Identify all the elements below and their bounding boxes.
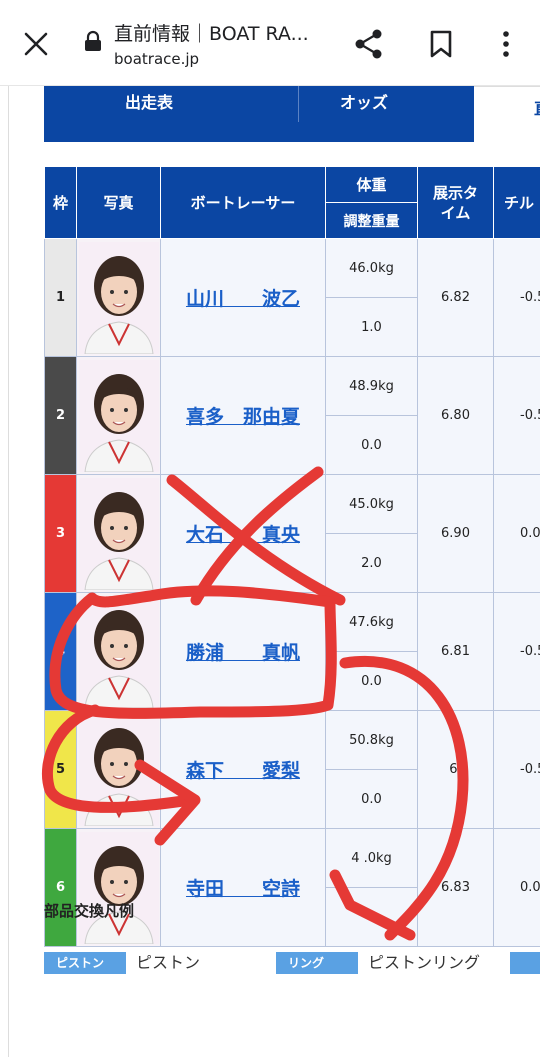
header-racer: ボートレーサー <box>160 166 326 239</box>
browser-top-bar: 直前情報｜BOAT RA... boatrace.jp <box>0 0 540 86</box>
racer-name-link[interactable]: 喜多 那由夏 <box>186 406 300 428</box>
tilt-value: 0.0 <box>493 828 540 947</box>
exhibition-time-value: 6.82 <box>417 238 494 357</box>
racer-name-cell: 喜多 那由夏 <box>160 356 326 475</box>
waku-number: 5 <box>44 710 77 829</box>
adjust-weight-value: 0.0 <box>325 415 418 475</box>
header-waku: 枠 <box>44 166 77 239</box>
header-photo: 写真 <box>76 166 161 239</box>
piston-badge: ピストン <box>44 952 126 974</box>
parts-legend: ピストン ピストン リング ピストンリング <box>44 952 540 974</box>
racer-name-link[interactable]: 大石 真央 <box>186 524 300 546</box>
racer-name-cell: 寺田 空詩 <box>160 828 326 947</box>
waku-number: 2 <box>44 356 77 475</box>
adjust-weight-value: 0.0 <box>325 769 418 829</box>
racer-table: 枠 写真 ボートレーサー 体重 展示タイム チル 調整重量 1 山川 波乙 46.0… <box>44 166 540 947</box>
racer-row: 3 大石 真央 45.0kg 6.90 0.0 <box>44 474 540 593</box>
racer-photo <box>76 474 161 593</box>
adjust-weight-value: 0 <box>325 887 418 947</box>
header-tilt: チル <box>493 166 540 239</box>
racer-photo-avatar <box>78 713 159 826</box>
tab-entry-list[interactable]: 出走表 <box>44 86 254 126</box>
adjust-weight-value: 0.0 <box>325 651 418 711</box>
racer-name-cell: 山川 波乙 <box>160 238 326 357</box>
tilt-value: -0.5 <box>493 356 540 475</box>
racer-row: 4 勝浦 真帆 47.6kg6.81-0.5 <box>44 592 540 711</box>
weight-value: 47.6kg <box>325 592 418 652</box>
exhibition-time-value: 6.90 <box>417 474 494 593</box>
racer-row: 5 森下 愛梨 50.8kg6.-0.5 <box>44 710 540 829</box>
waku-number: 1 <box>44 238 77 357</box>
weight-value: 4 .0kg <box>325 828 418 888</box>
tab-pre-race-info-label: 直 <box>534 95 540 119</box>
page-content: 出走表 オッズ 直 枠 写真 ボートレーサー 体重 展示タイム チル <box>0 86 540 1057</box>
adjust-weight-value: 2.0 <box>325 533 418 593</box>
racer-name-cell: 大石 真央 <box>160 474 326 593</box>
waku-number: 4 <box>44 592 77 711</box>
racer-photo-avatar <box>78 477 159 590</box>
racer-row: 2 喜多 那由夏 48.9kg6.80-0.5 <box>44 356 540 475</box>
racer-photo <box>76 238 161 357</box>
racer-name-link[interactable]: 山川 波乙 <box>186 288 300 310</box>
racer-name-link[interactable]: 寺田 空詩 <box>186 878 300 900</box>
weight-value: 45.0kg <box>325 474 418 534</box>
racer-name-link[interactable]: 森下 愛梨 <box>186 760 300 782</box>
header-adjust-weight: 調整重量 <box>325 202 418 239</box>
piston-label: ピストン <box>136 953 201 972</box>
close-icon[interactable] <box>22 30 50 58</box>
racer-photo <box>76 592 161 711</box>
racer-photo <box>76 356 161 475</box>
page-title: 直前情報｜BOAT RA... <box>114 23 309 45</box>
adjust-weight-value: 1.0 <box>325 297 418 357</box>
racer-row: 6 寺田 空詩 4 .0kg 6.83 0.0 <box>44 828 540 947</box>
racer-photo <box>76 828 161 947</box>
racer-photo-avatar <box>78 241 159 354</box>
header-exhibition-time: 展示タイム <box>417 166 494 239</box>
weight-value: 46.0kg <box>325 238 418 298</box>
bookmark-icon[interactable] <box>429 30 453 58</box>
ring-label: ピストンリング <box>368 953 481 972</box>
tilt-value: -0.5 <box>493 710 540 829</box>
racer-name-cell: 森下 愛梨 <box>160 710 326 829</box>
share-icon[interactable] <box>354 28 384 60</box>
tab-odds[interactable]: オッズ <box>254 86 474 126</box>
racer-name-cell: 勝浦 真帆 <box>160 592 326 711</box>
racer-photo-avatar <box>78 831 159 944</box>
racer-photo-avatar <box>78 359 159 472</box>
parts-legend-title: 部品交換凡例 <box>44 902 135 920</box>
header-weight: 体重 <box>325 166 418 203</box>
page-url: boatrace.jp <box>114 50 200 68</box>
tilt-value: -0.5 <box>493 238 540 357</box>
exhibition-time-value: 6. <box>417 710 494 829</box>
header-exhibition-time-label: 展示タイム <box>432 183 478 222</box>
exhibition-time-value: 6.80 <box>417 356 494 475</box>
tilt-value: -0.5 <box>493 592 540 711</box>
racer-photo-avatar <box>78 595 159 708</box>
racer-row: 1 山川 波乙 46.0kg6.82-0.5 <box>44 238 540 357</box>
racer-name-link[interactable]: 勝浦 真帆 <box>186 642 300 664</box>
more-menu-icon[interactable] <box>496 30 516 58</box>
exhibition-time-value: 6.83 <box>417 828 494 947</box>
exhibition-time-value: 6.81 <box>417 592 494 711</box>
waku-number: 3 <box>44 474 77 593</box>
weight-value: 50.8kg <box>325 710 418 770</box>
tilt-value: 0.0 <box>493 474 540 593</box>
tab-pre-race-info[interactable]: 直 <box>474 86 540 142</box>
race-tabs: 出走表 オッズ <box>44 86 474 142</box>
racer-photo <box>76 710 161 829</box>
next-legend-badge <box>510 952 540 974</box>
weight-value: 48.9kg <box>325 356 418 416</box>
lock-icon <box>85 30 101 51</box>
ring-badge: リング <box>276 952 358 974</box>
waku-number: 6 <box>44 828 77 947</box>
